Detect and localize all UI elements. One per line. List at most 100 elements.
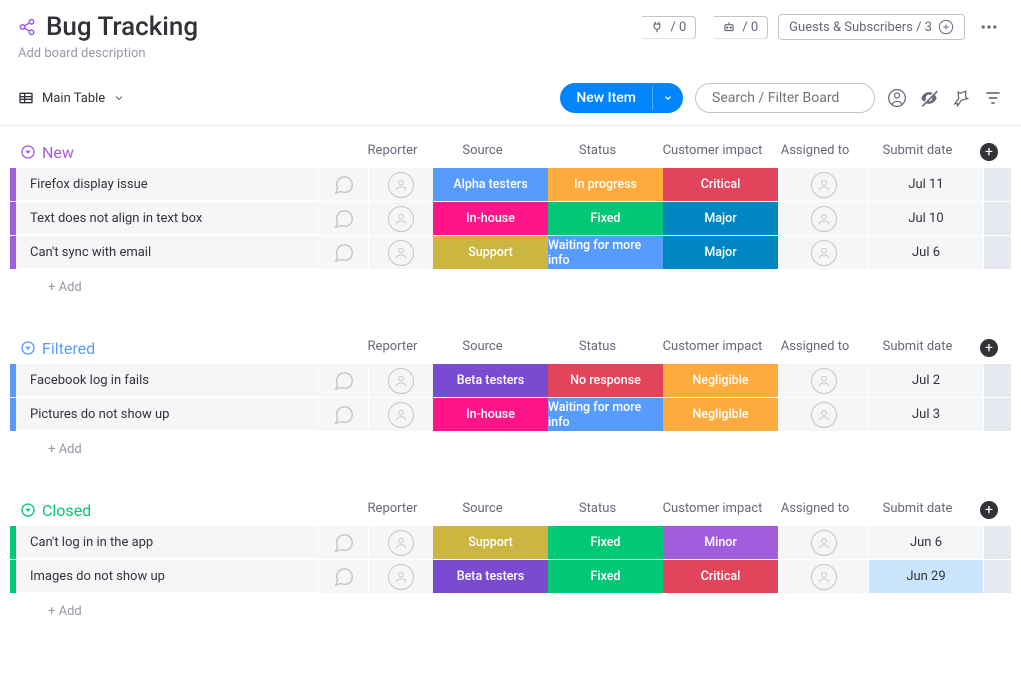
item-name[interactable]: Text does not align in text box: [16, 202, 318, 235]
col-source[interactable]: Source: [425, 143, 540, 161]
guests-chip[interactable]: Guests & Subscribers / 3: [778, 14, 965, 40]
col-impact[interactable]: Customer impact: [655, 339, 770, 357]
source-cell[interactable]: Beta testers: [433, 560, 548, 593]
status-cell[interactable]: Fixed: [548, 526, 663, 559]
chat-cell[interactable]: [318, 168, 368, 201]
pin-icon[interactable]: [951, 88, 971, 108]
status-cell[interactable]: No response: [548, 364, 663, 397]
col-date[interactable]: Submit date: [860, 143, 975, 161]
new-item-button[interactable]: New Item: [560, 83, 683, 113]
date-cell[interactable]: Jul 6: [868, 236, 983, 269]
chat-cell[interactable]: [318, 526, 368, 559]
item-name[interactable]: Firefox display issue: [16, 168, 318, 201]
source-cell[interactable]: In-house: [433, 202, 548, 235]
item-name[interactable]: Can't sync with email: [16, 236, 318, 269]
status-cell[interactable]: In progress: [548, 168, 663, 201]
assigned-cell[interactable]: [778, 398, 868, 431]
reporter-cell[interactable]: [368, 398, 433, 431]
col-date[interactable]: Submit date: [860, 501, 975, 519]
reporter-cell[interactable]: [368, 526, 433, 559]
table-row[interactable]: Images do not show up Beta testersFixedCr…: [10, 560, 1011, 593]
add-row[interactable]: + Add: [10, 432, 1011, 466]
person-icon[interactable]: [887, 88, 907, 108]
reporter-cell[interactable]: [368, 202, 433, 235]
assigned-cell[interactable]: [778, 560, 868, 593]
table-row[interactable]: Can't log in in the app SupportFixedMinor…: [10, 526, 1011, 559]
impact-cell[interactable]: Critical: [663, 168, 778, 201]
source-cell[interactable]: Alpha testers: [433, 168, 548, 201]
chat-cell[interactable]: [318, 560, 368, 593]
impact-cell[interactable]: Critical: [663, 560, 778, 593]
group-title[interactable]: Closed: [42, 501, 91, 520]
assigned-cell[interactable]: [778, 202, 868, 235]
group-collapse[interactable]: [18, 142, 38, 162]
item-name[interactable]: Images do not show up: [16, 560, 318, 593]
col-source[interactable]: Source: [425, 339, 540, 357]
col-status[interactable]: Status: [540, 143, 655, 161]
impact-cell[interactable]: Minor: [663, 526, 778, 559]
col-reporter[interactable]: Reporter: [360, 143, 425, 161]
impact-cell[interactable]: Negligible: [663, 398, 778, 431]
group-collapse[interactable]: [18, 338, 38, 358]
reporter-cell[interactable]: [368, 364, 433, 397]
search-input[interactable]: [695, 83, 875, 113]
status-cell[interactable]: Fixed: [548, 202, 663, 235]
date-cell[interactable]: Jun 29: [868, 560, 983, 593]
item-name[interactable]: Can't log in in the app: [16, 526, 318, 559]
item-name[interactable]: Pictures do not show up: [16, 398, 318, 431]
col-status[interactable]: Status: [540, 339, 655, 357]
reporter-cell[interactable]: [368, 168, 433, 201]
table-row[interactable]: Pictures do not show upIn-houseWaiting f…: [10, 398, 1011, 431]
status-cell[interactable]: Fixed: [548, 560, 663, 593]
chat-cell[interactable]: [318, 236, 368, 269]
board-description[interactable]: Add board description: [0, 46, 1021, 75]
source-cell[interactable]: Support: [433, 526, 548, 559]
eye-off-icon[interactable]: [919, 88, 939, 108]
item-name[interactable]: Facebook log in fails: [16, 364, 318, 397]
assigned-cell[interactable]: [778, 526, 868, 559]
group-collapse[interactable]: [18, 500, 38, 520]
source-cell[interactable]: Support: [433, 236, 548, 269]
assigned-cell[interactable]: [778, 168, 868, 201]
date-cell[interactable]: Jun 6: [868, 526, 983, 559]
col-reporter[interactable]: Reporter: [360, 339, 425, 357]
automations-chip[interactable]: / 0: [706, 16, 768, 39]
date-cell[interactable]: Jul 11: [868, 168, 983, 201]
col-status[interactable]: Status: [540, 501, 655, 519]
status-cell[interactable]: Waiting for more info: [548, 236, 663, 269]
table-row[interactable]: Firefox display issue Alpha testersIn pro…: [10, 168, 1011, 201]
col-date[interactable]: Submit date: [860, 339, 975, 357]
board-title[interactable]: Bug Tracking: [46, 12, 198, 42]
col-assigned[interactable]: Assigned to: [770, 339, 860, 357]
date-cell[interactable]: Jul 10: [868, 202, 983, 235]
add-column[interactable]: +: [975, 501, 1003, 519]
col-impact[interactable]: Customer impact: [655, 143, 770, 161]
impact-cell[interactable]: Major: [663, 202, 778, 235]
more-menu[interactable]: [975, 13, 1003, 41]
chat-cell[interactable]: [318, 364, 368, 397]
add-row[interactable]: + Add: [10, 594, 1011, 628]
col-impact[interactable]: Customer impact: [655, 501, 770, 519]
integrations-chip[interactable]: / 0: [634, 16, 696, 39]
table-row[interactable]: Can't sync with email SupportWaiting for …: [10, 236, 1011, 269]
col-assigned[interactable]: Assigned to: [770, 501, 860, 519]
col-assigned[interactable]: Assigned to: [770, 143, 860, 161]
reporter-cell[interactable]: [368, 560, 433, 593]
table-row[interactable]: Facebook log in fails Beta testersNo resp…: [10, 364, 1011, 397]
new-item-dropdown[interactable]: [652, 86, 683, 110]
chat-cell[interactable]: [318, 398, 368, 431]
impact-cell[interactable]: Negligible: [663, 364, 778, 397]
status-cell[interactable]: Waiting for more info: [548, 398, 663, 431]
assigned-cell[interactable]: [778, 364, 868, 397]
group-title[interactable]: New: [42, 143, 74, 162]
filter-icon[interactable]: [983, 88, 1003, 108]
group-title[interactable]: Filtered: [42, 339, 95, 358]
assigned-cell[interactable]: [778, 236, 868, 269]
date-cell[interactable]: Jul 2: [868, 364, 983, 397]
chat-cell[interactable]: [318, 202, 368, 235]
view-selector[interactable]: Main Table: [18, 90, 125, 106]
source-cell[interactable]: Beta testers: [433, 364, 548, 397]
col-source[interactable]: Source: [425, 501, 540, 519]
impact-cell[interactable]: Major: [663, 236, 778, 269]
table-row[interactable]: Text does not align in text box In-houseF…: [10, 202, 1011, 235]
